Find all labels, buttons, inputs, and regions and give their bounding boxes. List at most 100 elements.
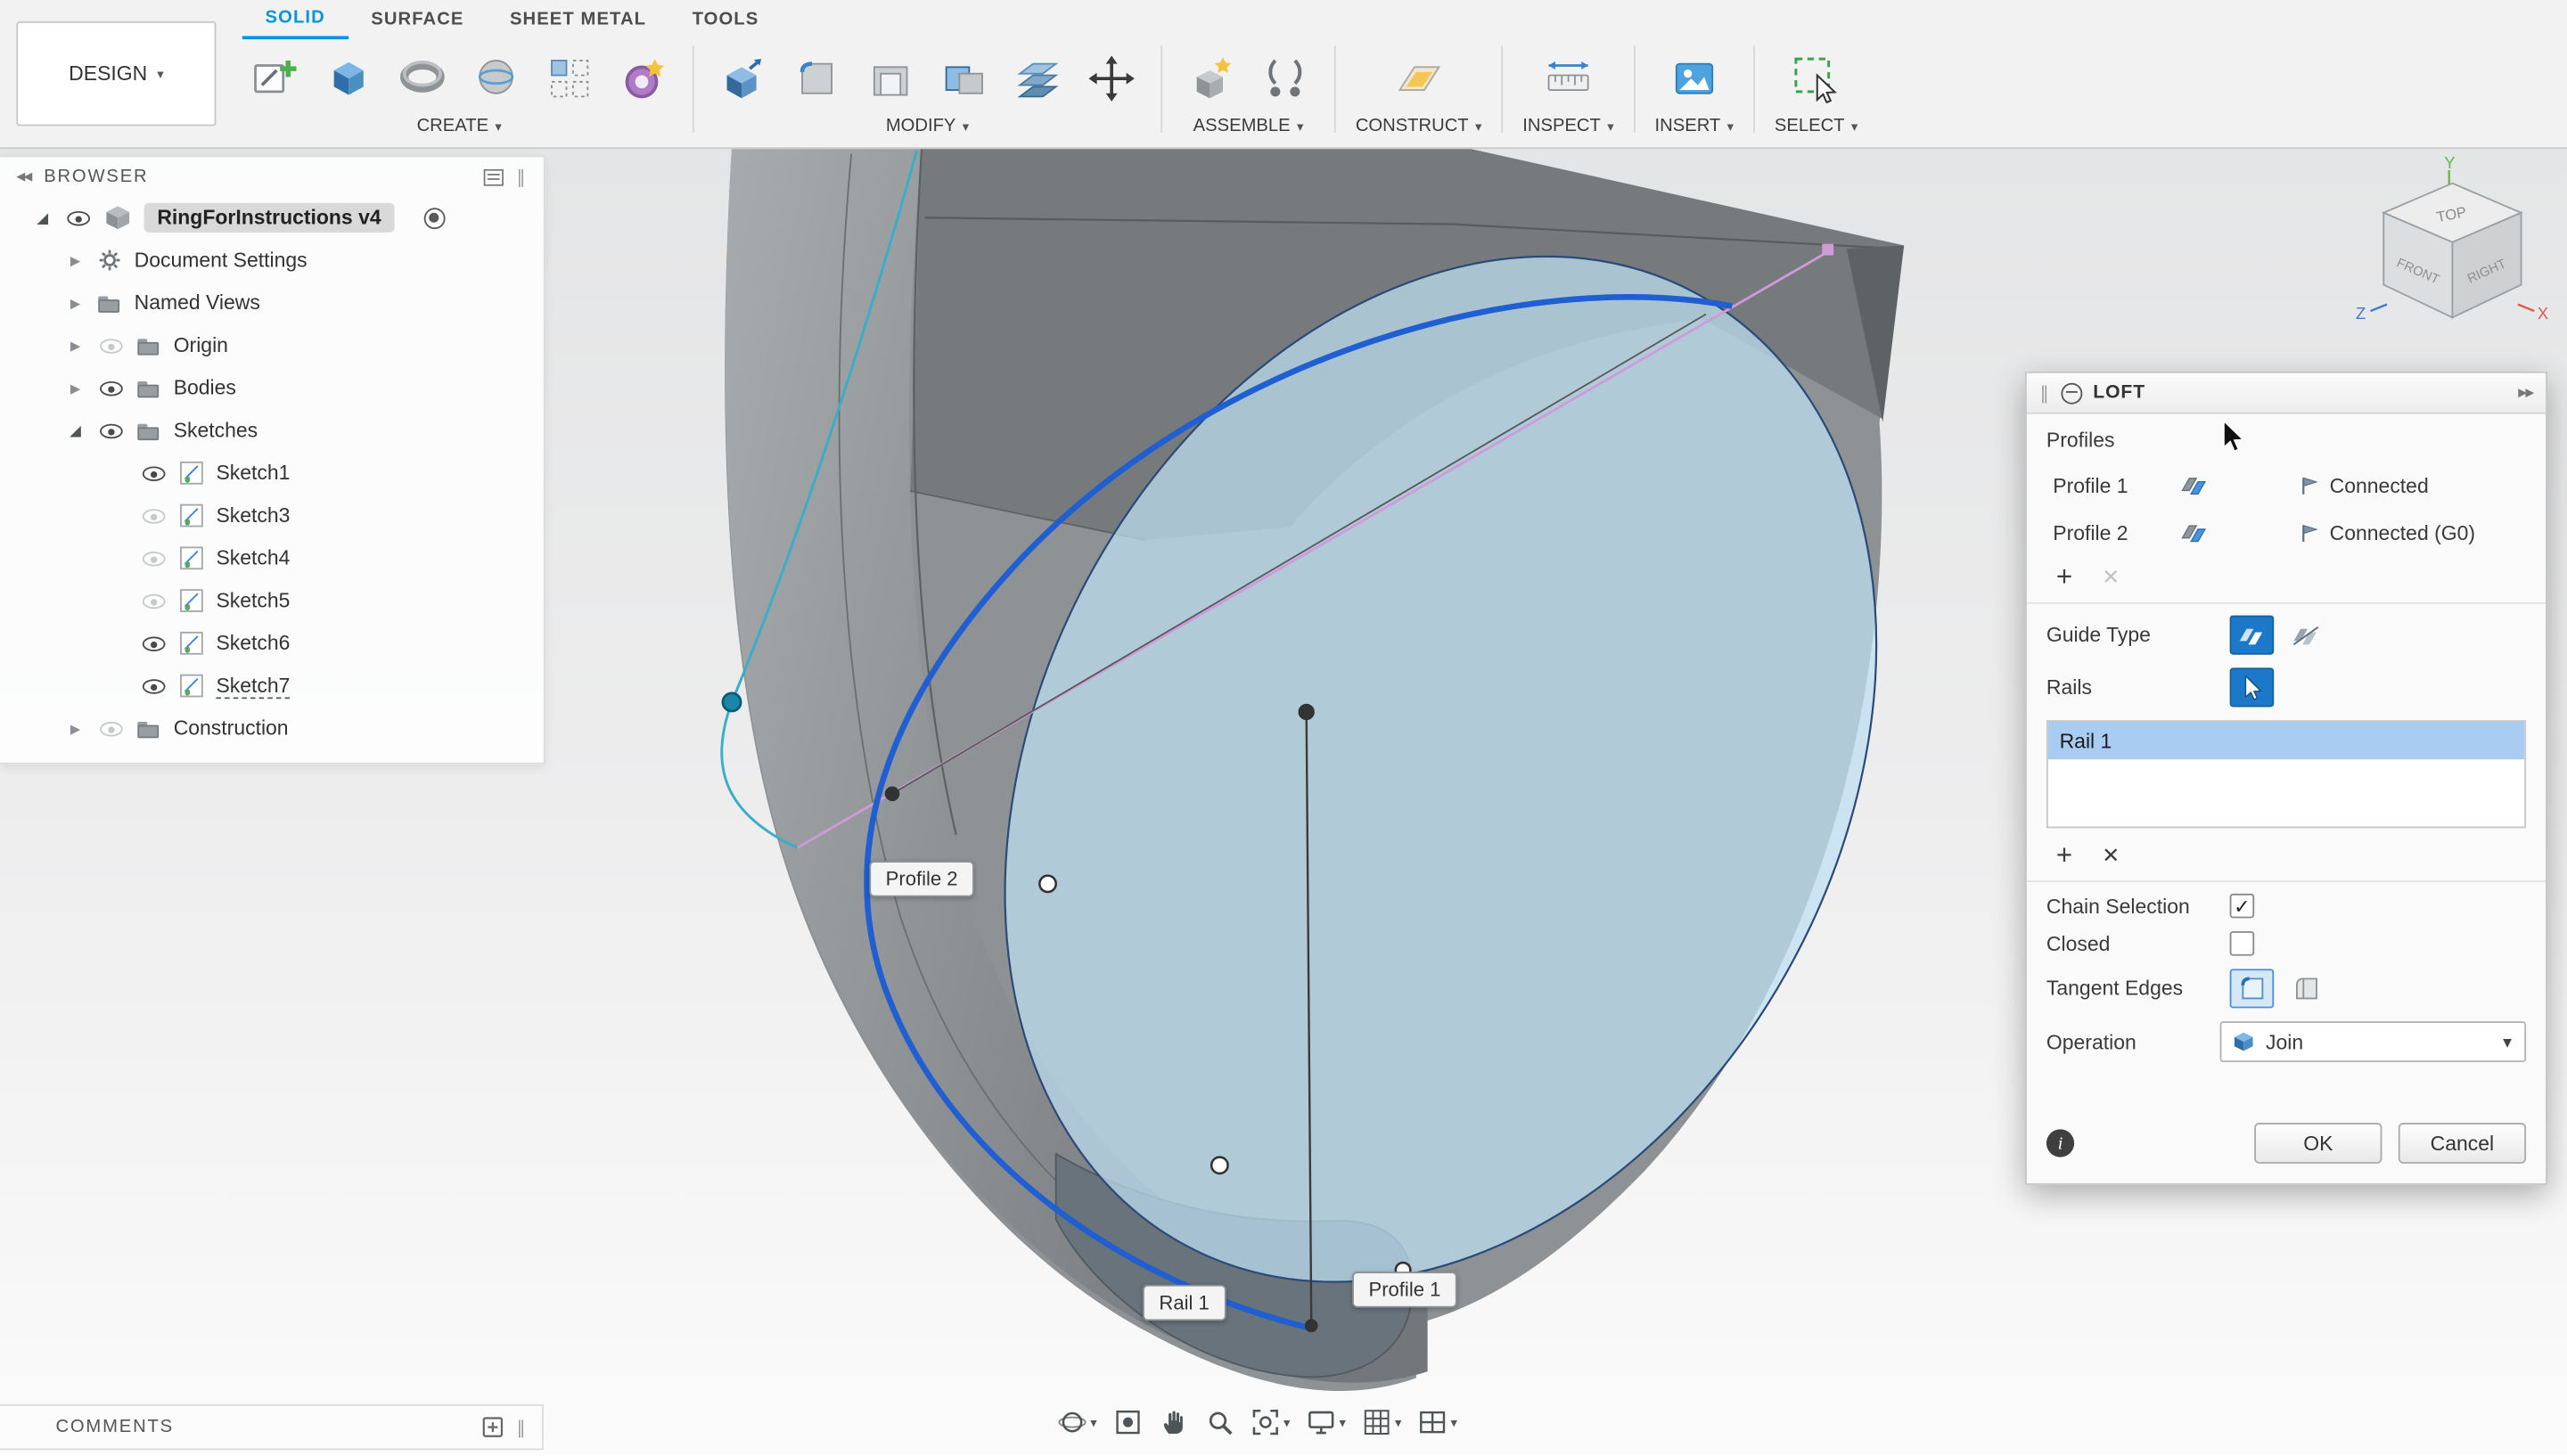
browser-item-sketch4[interactable]: Sketch4 bbox=[0, 536, 544, 579]
tangent-edges-merged-button[interactable] bbox=[2230, 969, 2275, 1008]
insert-image-button[interactable] bbox=[1665, 47, 1724, 110]
profile-row-2[interactable]: Profile 2 Connected (G0) bbox=[2040, 509, 2533, 556]
visibility-eye-icon[interactable] bbox=[141, 587, 167, 613]
browser-item-origin[interactable]: ▶ Origin bbox=[0, 324, 544, 367]
pan-button[interactable] bbox=[1159, 1408, 1188, 1437]
combine-button[interactable] bbox=[935, 47, 994, 110]
zoom-button[interactable] bbox=[1205, 1408, 1234, 1437]
add-profile-button[interactable]: + bbox=[2056, 563, 2072, 591]
operation-dropdown[interactable]: Join ▼ bbox=[2220, 1021, 2526, 1062]
move-button[interactable] bbox=[1082, 47, 1141, 110]
assemble-menu[interactable]: ASSEMBLE ▾ bbox=[1193, 116, 1304, 135]
profile-point-3[interactable] bbox=[1299, 704, 1315, 720]
ok-button[interactable]: OK bbox=[2254, 1123, 2382, 1164]
browser-item-sketch6[interactable]: Sketch6 bbox=[0, 622, 544, 665]
browser-item-sketches[interactable]: ◢ Sketches bbox=[0, 409, 544, 452]
dialog-grip-icon[interactable]: ∥ bbox=[2040, 382, 2049, 404]
orbit-button[interactable]: ▾ bbox=[1058, 1408, 1097, 1437]
tangent-edges-unmerged-button[interactable] bbox=[2284, 969, 2328, 1008]
activate-component-radio[interactable] bbox=[423, 207, 445, 228]
construction-plane-button[interactable] bbox=[1390, 47, 1448, 110]
profile-point-4[interactable] bbox=[1211, 1157, 1227, 1174]
profile2-tag[interactable]: Profile 2 bbox=[869, 861, 974, 896]
torus-button[interactable] bbox=[393, 47, 452, 110]
tab-sheet-metal[interactable]: SHEET METAL bbox=[487, 0, 669, 39]
info-icon[interactable]: i bbox=[2046, 1129, 2074, 1157]
root-component-label[interactable]: RingForInstructions v4 bbox=[144, 203, 395, 233]
display-settings-button[interactable]: ▾ bbox=[1307, 1408, 1346, 1437]
grid-snap-button[interactable]: ▾ bbox=[1362, 1408, 1401, 1437]
select-menu[interactable]: SELECT ▾ bbox=[1775, 116, 1858, 135]
new-component-button[interactable] bbox=[1182, 47, 1241, 110]
fit-button[interactable]: ▾ bbox=[1251, 1408, 1290, 1437]
loft-dialog-titlebar[interactable]: ∥ LOFT ▶▶ bbox=[2027, 373, 2546, 414]
rail-list-item-selected[interactable]: Rail 1 bbox=[2048, 722, 2524, 759]
rail-endpoint[interactable] bbox=[1305, 1319, 1318, 1332]
visibility-eye-icon[interactable] bbox=[98, 375, 124, 401]
profile-point-2[interactable] bbox=[1039, 876, 1055, 892]
view-cube[interactable]: Y X Z TOP FRONT RIGHT bbox=[2354, 154, 2550, 348]
guide-type-rails-button[interactable] bbox=[2230, 616, 2275, 655]
expand-arrow-icon[interactable]: ▶ bbox=[65, 338, 85, 353]
sphere-button[interactable] bbox=[466, 47, 525, 110]
remove-rail-button[interactable]: ✕ bbox=[2102, 845, 2120, 866]
insert-menu[interactable]: INSERT ▾ bbox=[1655, 116, 1734, 135]
modify-menu[interactable]: MODIFY ▾ bbox=[886, 116, 969, 135]
rail1-tag[interactable]: Rail 1 bbox=[1143, 1285, 1226, 1321]
construct-menu[interactable]: CONSTRUCT ▾ bbox=[1356, 116, 1482, 135]
browser-item-named-views[interactable]: ▶ Named Views bbox=[0, 282, 544, 324]
cancel-button[interactable]: Cancel bbox=[2399, 1123, 2526, 1164]
visibility-eye-icon[interactable] bbox=[98, 417, 124, 443]
design-menu-button[interactable]: DESIGN ▾ bbox=[16, 21, 216, 127]
guide-type-centerline-button[interactable] bbox=[2284, 616, 2328, 655]
browser-item-construction[interactable]: ▶ Construction bbox=[0, 707, 544, 749]
comments-bar[interactable]: COMMENTS ∥ bbox=[0, 1404, 544, 1450]
press-pull-button[interactable] bbox=[714, 47, 773, 110]
measure-button[interactable] bbox=[1538, 47, 1597, 110]
add-comment-icon[interactable] bbox=[480, 1416, 504, 1439]
expand-arrow-icon[interactable]: ▶ bbox=[65, 253, 85, 268]
expand-arrow-icon[interactable]: ▶ bbox=[65, 296, 85, 311]
profile-row-1[interactable]: Profile 1 Connected bbox=[2040, 462, 2533, 509]
rails-list[interactable]: Rail 1 bbox=[2046, 720, 2526, 828]
add-rail-button[interactable]: + bbox=[2056, 841, 2072, 869]
visibility-eye-icon[interactable] bbox=[98, 716, 124, 741]
browser-item-root[interactable]: ◢ RingForInstructions v4 bbox=[0, 196, 544, 239]
offset-faces-button[interactable] bbox=[1008, 47, 1067, 110]
select-button[interactable] bbox=[1787, 47, 1846, 110]
tab-solid[interactable]: SOLID bbox=[242, 0, 349, 39]
guide-endpoint-marker[interactable] bbox=[1822, 244, 1833, 256]
sketch-point-teal[interactable] bbox=[723, 693, 741, 711]
browser-item-bodies[interactable]: ▶ Bodies bbox=[0, 366, 544, 409]
browser-item-sketch1[interactable]: Sketch1 bbox=[0, 452, 544, 495]
box-button[interactable] bbox=[319, 47, 378, 110]
joint-button[interactable] bbox=[1256, 47, 1315, 110]
visibility-eye-icon[interactable] bbox=[65, 205, 91, 231]
closed-checkbox[interactable] bbox=[2230, 931, 2255, 956]
expand-arrow-icon[interactable]: ▶ bbox=[65, 380, 85, 396]
visibility-eye-icon[interactable] bbox=[141, 503, 167, 528]
expand-dialog-icon[interactable]: ▶▶ bbox=[2518, 386, 2532, 399]
visibility-eye-icon[interactable] bbox=[141, 460, 167, 486]
viewports-button[interactable]: ▾ bbox=[1418, 1408, 1457, 1437]
create-menu[interactable]: CREATE ▾ bbox=[417, 116, 502, 135]
visibility-eye-icon[interactable] bbox=[141, 673, 167, 699]
shell-button[interactable] bbox=[861, 47, 920, 110]
collapse-panel-icon[interactable]: ◀◀ bbox=[16, 170, 30, 184]
collapse-dialog-icon[interactable] bbox=[2061, 382, 2082, 404]
remove-profile-button[interactable]: ✕ bbox=[2102, 567, 2120, 588]
profile1-tag[interactable]: Profile 1 bbox=[1352, 1272, 1457, 1307]
profile-point-1[interactable] bbox=[885, 787, 900, 802]
coil-button[interactable] bbox=[614, 47, 673, 110]
expand-arrow-icon[interactable]: ▶ bbox=[65, 721, 85, 736]
expand-arrow-icon[interactable]: ◢ bbox=[65, 421, 85, 439]
browser-item-sketch5[interactable]: Sketch5 bbox=[0, 579, 544, 622]
inspect-menu[interactable]: INSPECT ▾ bbox=[1522, 116, 1613, 135]
browser-item-document-settings[interactable]: ▶ Document Settings bbox=[0, 239, 544, 282]
visibility-eye-icon[interactable] bbox=[141, 545, 167, 571]
panel-grip-icon[interactable]: ∥ bbox=[516, 1417, 525, 1438]
chain-selection-checkbox[interactable]: ✓ bbox=[2230, 894, 2255, 919]
create-sketch-button[interactable] bbox=[246, 47, 305, 110]
tab-tools[interactable]: TOOLS bbox=[669, 0, 782, 39]
rails-select-button[interactable] bbox=[2230, 667, 2275, 707]
